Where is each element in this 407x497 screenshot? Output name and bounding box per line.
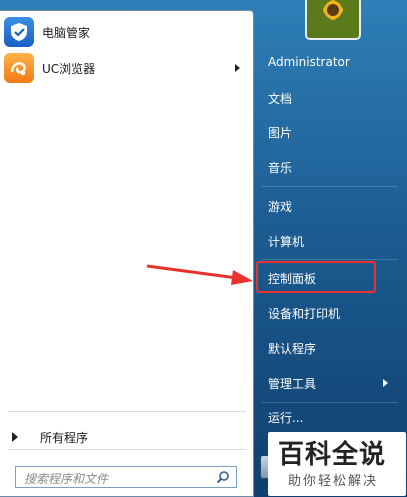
pinned-program-label: 电脑管家 bbox=[42, 25, 91, 40]
search-placeholder: 搜索程序和文件 bbox=[24, 472, 109, 486]
right-item-label: 游戏 bbox=[268, 199, 293, 214]
right-item-label: 运行... bbox=[268, 410, 304, 425]
right-item-documents[interactable]: 文档 bbox=[260, 86, 400, 110]
right-item-label: 计算机 bbox=[268, 234, 305, 249]
pinned-program-pc-manager[interactable]: 电脑管家 bbox=[4, 15, 246, 49]
sunflower-avatar-icon bbox=[307, 0, 359, 38]
all-programs-button[interactable]: 所有程序 bbox=[12, 427, 242, 447]
separator bbox=[8, 449, 246, 450]
separator bbox=[262, 259, 398, 260]
expand-arrow-icon bbox=[12, 432, 18, 442]
right-item-admin-tools[interactable]: 管理工具 bbox=[260, 371, 400, 395]
right-item-label: 管理工具 bbox=[268, 376, 317, 391]
search-input[interactable]: 搜索程序和文件 bbox=[15, 466, 237, 488]
all-programs-label: 所有程序 bbox=[40, 430, 89, 445]
submenu-arrow-icon bbox=[235, 64, 240, 72]
right-item-label: 默认程序 bbox=[268, 341, 317, 356]
right-item-pictures[interactable]: 图片 bbox=[260, 120, 400, 144]
separator bbox=[262, 186, 398, 187]
search-icon bbox=[216, 471, 229, 484]
tencent-pc-manager-icon bbox=[4, 17, 34, 47]
user-avatar[interactable] bbox=[305, 0, 361, 40]
submenu-arrow-icon bbox=[383, 379, 388, 387]
separator bbox=[8, 411, 246, 412]
right-item-label: 图片 bbox=[268, 125, 293, 140]
right-item-run[interactable]: 运行... bbox=[260, 405, 400, 429]
separator bbox=[262, 402, 398, 403]
right-item-computer[interactable]: 计算机 bbox=[260, 229, 400, 253]
user-name-link[interactable]: Administrator bbox=[260, 50, 400, 74]
pointer-arrow-icon bbox=[146, 264, 253, 285]
uc-browser-icon bbox=[4, 53, 34, 83]
watermark-title: 百科全说 bbox=[278, 440, 387, 470]
right-item-label: 文档 bbox=[268, 91, 293, 106]
right-item-music[interactable]: 音乐 bbox=[260, 155, 400, 179]
right-item-label: 音乐 bbox=[268, 160, 293, 175]
watermark: 百科全说 助你轻松解决 bbox=[268, 432, 406, 496]
highlight-box bbox=[256, 261, 376, 293]
right-item-devices-printers[interactable]: 设备和打印机 bbox=[260, 301, 400, 325]
pinned-program-uc-browser[interactable]: UC浏览器 bbox=[4, 51, 246, 85]
user-name-label: Administrator bbox=[268, 55, 350, 69]
right-item-label: 设备和打印机 bbox=[268, 306, 341, 321]
right-item-games[interactable]: 游戏 bbox=[260, 194, 400, 218]
start-menu-programs-pane: 电脑管家 UC浏览器 所有程序 搜索程序和文件 bbox=[0, 10, 254, 497]
watermark-subtitle: 助你轻松解决 bbox=[288, 474, 379, 489]
right-item-default-programs[interactable]: 默认程序 bbox=[260, 336, 400, 360]
pinned-program-label: UC浏览器 bbox=[42, 61, 96, 76]
